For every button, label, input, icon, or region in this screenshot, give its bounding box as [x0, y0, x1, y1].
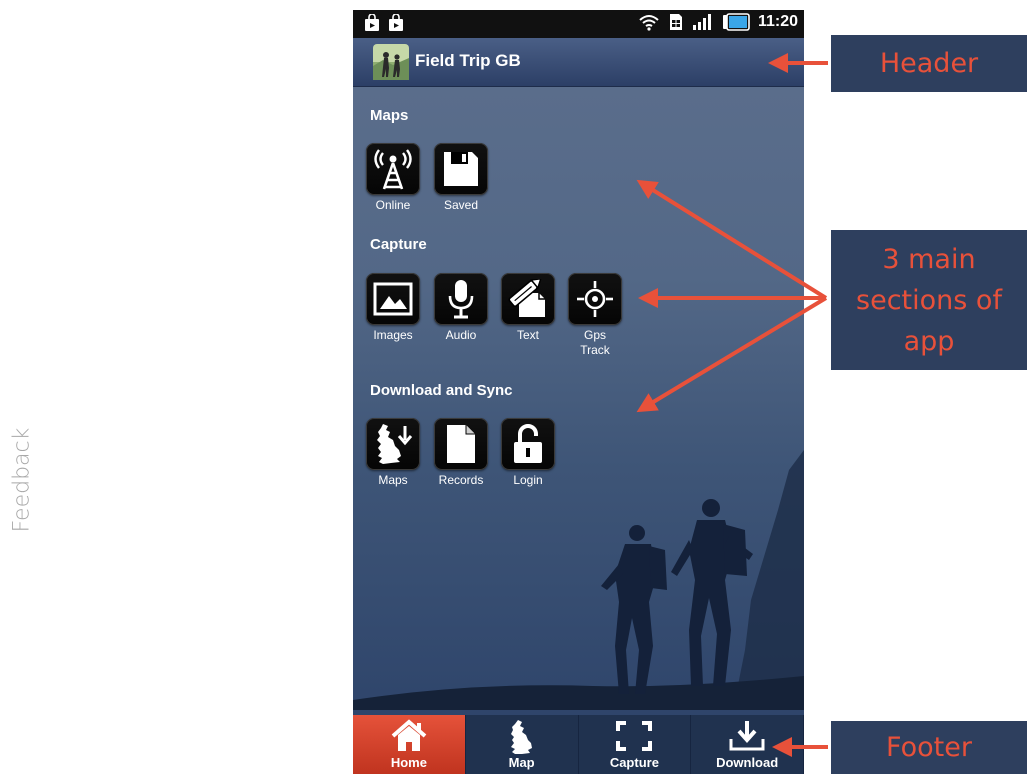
callout-header: Header — [831, 35, 1027, 92]
tile-online-box — [366, 143, 420, 195]
gps-crosshair-icon — [577, 281, 613, 317]
footer-tab-capture[interactable]: Capture — [579, 715, 692, 774]
capture-frame-icon — [616, 721, 653, 751]
phone-screen: 11:20 Field Trip GB Maps Online Saved Ca… — [353, 10, 804, 774]
radio-tower-icon — [374, 149, 412, 190]
tile-capture-images[interactable]: Images — [365, 273, 421, 343]
sim-card-icon — [669, 14, 682, 30]
footer-tab-home-label: Home — [390, 755, 427, 770]
callout-footer-text: Footer — [886, 732, 972, 763]
footer-tab-capture-label: Capture — [609, 755, 659, 770]
image-icon — [373, 282, 413, 316]
signal-bars-icon — [692, 14, 711, 30]
callout-main-sections-text: 3 main sections of app — [831, 230, 1027, 362]
floppy-disk-icon — [444, 152, 478, 186]
callout-sections-line1: 3 main — [882, 244, 976, 275]
battery-icon — [722, 13, 750, 31]
download-tray-icon — [729, 721, 765, 751]
callout-header-text: Header — [879, 48, 979, 79]
status-bar: 11:20 — [353, 10, 804, 38]
wifi-icon — [639, 15, 659, 31]
footer-tab-map[interactable]: Map — [466, 715, 579, 774]
feedback-label: Feedback — [9, 427, 35, 533]
tile-gps-label-line2: Track — [580, 343, 610, 357]
footer-tab-download[interactable]: Download — [691, 715, 804, 774]
tile-capture-text[interactable]: Text — [500, 273, 556, 343]
tile-saved-label: Saved — [443, 198, 479, 212]
tile-saved-box — [434, 143, 488, 195]
tile-text-label: Text — [516, 328, 539, 342]
app-header: Field Trip GB — [353, 38, 804, 87]
home-icon — [391, 719, 427, 751]
tile-audio-box — [434, 273, 488, 325]
footer-nav-bar: Home Map Capture Download — [353, 715, 804, 774]
microphone-icon — [448, 280, 474, 319]
tile-gps-label: Gps Track — [567, 328, 623, 358]
status-indicators: 11:20 — [638, 13, 798, 31]
tile-images-box — [366, 273, 420, 325]
tile-online-label: Online — [375, 198, 411, 212]
gb-map-icon — [510, 720, 532, 754]
status-time: 11:20 — [757, 13, 798, 30]
shopping-bag-icon — [365, 14, 379, 31]
shopping-bag-icon — [389, 14, 403, 31]
section-heading-maps: Maps — [370, 107, 409, 124]
callout-footer: Footer — [831, 721, 1027, 774]
tile-audio-label: Audio — [445, 328, 477, 342]
tile-gps-label-line1: Gps — [583, 328, 606, 342]
tile-saved-maps[interactable]: Saved — [433, 143, 489, 213]
hikers-silhouette-illustration — [353, 450, 804, 710]
callout-sections-line2: sections of — [856, 285, 1002, 316]
pencil-note-icon — [508, 279, 545, 317]
feedback-side-label[interactable]: Feedback — [8, 410, 36, 550]
tile-images-label: Images — [373, 328, 413, 342]
section-heading-download-sync: Download and Sync — [370, 382, 513, 399]
app-title: Field Trip GB — [415, 51, 521, 70]
footer-tab-map-label: Map — [508, 755, 535, 770]
status-notifications — [363, 14, 405, 32]
footer-tab-download-label: Download — [716, 755, 779, 770]
tile-text-box — [501, 273, 555, 325]
tile-gps-box — [568, 273, 622, 325]
footer-tab-home[interactable]: Home — [353, 715, 466, 774]
section-heading-capture: Capture — [370, 236, 427, 253]
tile-capture-gps-track[interactable]: Gps Track — [567, 273, 623, 358]
tile-online-maps[interactable]: Online — [365, 143, 421, 213]
tile-capture-audio[interactable]: Audio — [433, 273, 489, 343]
callout-main-sections: 3 main sections of app — [831, 230, 1027, 370]
hikers-logo — [373, 44, 409, 80]
callout-sections-line3: app — [903, 326, 955, 357]
